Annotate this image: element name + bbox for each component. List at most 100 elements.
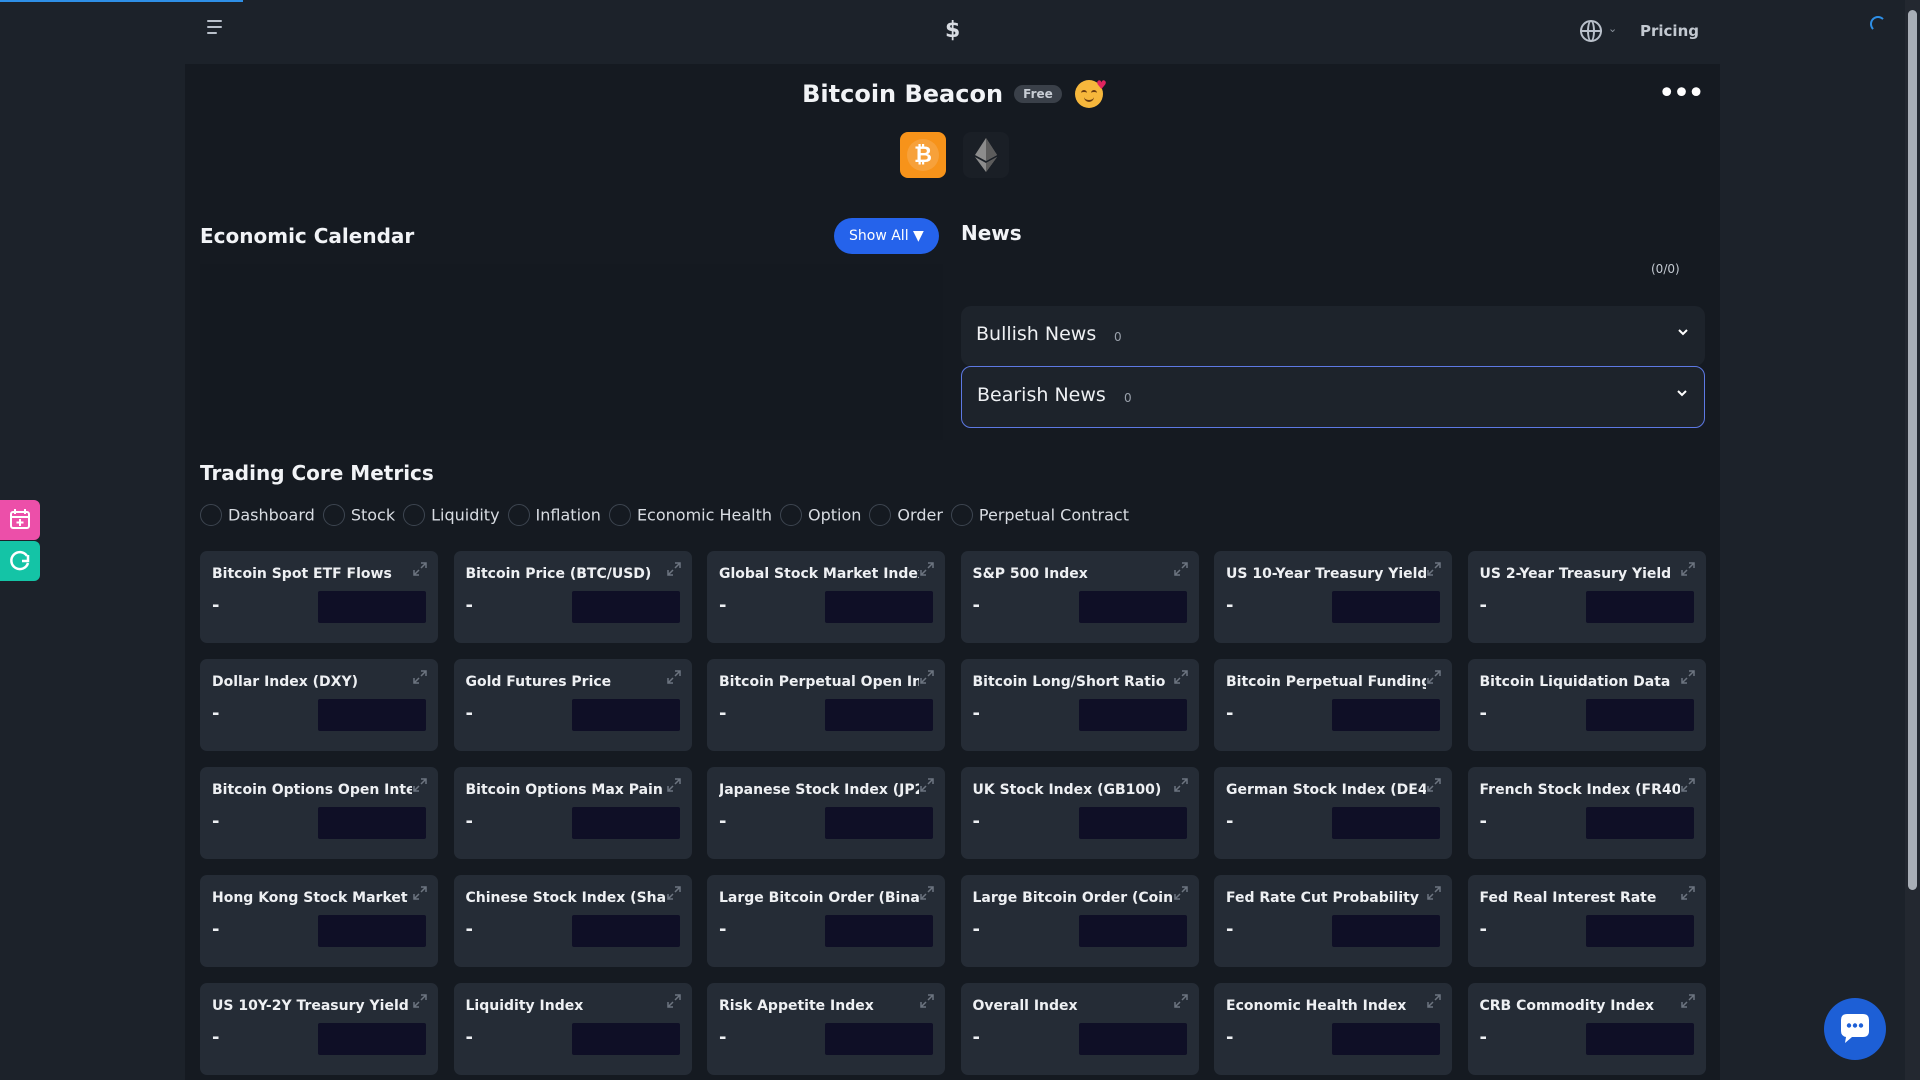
filter-option-stock[interactable]: Stock	[322, 504, 395, 526]
radio-button[interactable]	[200, 504, 222, 526]
radio-button[interactable]	[507, 504, 530, 526]
filter-option-economic-health[interactable]: Economic Health	[608, 504, 772, 526]
metric-card[interactable]: Risk Appetite Index -	[707, 983, 945, 1075]
site-logo[interactable]: $	[945, 18, 960, 43]
metric-card[interactable]: Japanese Stock Index (JP225 -	[707, 767, 945, 859]
metric-card[interactable]: Fed Rate Cut Probability -	[1214, 875, 1452, 967]
pricing-link[interactable]: Pricing	[1640, 22, 1699, 40]
metric-card[interactable]: Bitcoin Perpetual Open Inte -	[707, 659, 945, 751]
expand-icon[interactable]	[666, 993, 682, 1009]
calendar-add-icon[interactable]	[0, 500, 40, 540]
expand-icon[interactable]	[412, 561, 428, 577]
radio-button[interactable]	[869, 504, 892, 526]
metric-sparkline	[825, 915, 933, 947]
metric-card[interactable]: Bitcoin Spot ETF Flows -	[200, 551, 438, 643]
metric-card[interactable]: Bitcoin Options Max Pain -	[453, 767, 692, 859]
expand-icon[interactable]	[919, 885, 935, 901]
metric-card[interactable]: Bitcoin Options Open Intere -	[200, 767, 438, 859]
metric-sparkline	[1332, 699, 1440, 731]
show-all-filter-button[interactable]: Show All ▼	[834, 218, 939, 254]
filter-option-inflation[interactable]: Inflation	[507, 504, 601, 526]
more-options-icon[interactable]: •••	[1658, 79, 1705, 109]
expand-icon[interactable]	[412, 777, 428, 793]
scrollbar-thumb[interactable]	[1908, 10, 1917, 890]
metric-card[interactable]: Hong Kong Stock Market In -	[200, 875, 438, 967]
metric-card[interactable]: Economic Health Index -	[1214, 983, 1452, 1075]
metric-card[interactable]: Bitcoin Price (BTC/USD) -	[453, 551, 692, 643]
bitcoin-icon[interactable]: ₿	[900, 132, 946, 178]
expand-icon[interactable]	[1680, 885, 1696, 901]
expand-icon[interactable]	[1173, 669, 1189, 685]
expand-icon[interactable]	[1680, 993, 1696, 1009]
menu-icon[interactable]	[207, 20, 231, 44]
metric-card[interactable]: Chinese Stock Index (Shang -	[453, 875, 692, 967]
metric-card[interactable]: Liquidity Index -	[453, 983, 692, 1075]
radio-button[interactable]	[780, 504, 803, 526]
chevron-down-icon[interactable]: ⌄	[1608, 22, 1617, 35]
expand-icon[interactable]	[412, 993, 428, 1009]
radio-button[interactable]	[403, 504, 426, 526]
expand-icon[interactable]	[1680, 669, 1696, 685]
radio-button[interactable]	[608, 504, 631, 526]
expand-icon[interactable]	[1680, 777, 1696, 793]
expand-icon[interactable]	[919, 561, 935, 577]
filter-option-liquidity[interactable]: Liquidity	[403, 504, 500, 526]
bearish-news-accordion[interactable]: Bearish News 0	[961, 366, 1705, 428]
metric-card-title: Gold Futures Price	[465, 674, 612, 690]
metric-card[interactable]: French Stock Index (FR40) -	[1467, 767, 1706, 859]
metric-card-title: Dollar Index (DXY)	[212, 674, 359, 690]
expand-icon[interactable]	[666, 561, 682, 577]
refresh-icon[interactable]	[0, 541, 40, 581]
page-scrollbar[interactable]	[1905, 0, 1920, 1080]
metric-card[interactable]: Global Stock Market Index -	[707, 551, 945, 643]
metric-card[interactable]: Fed Real Interest Rate -	[1467, 875, 1706, 967]
metric-card[interactable]: S&P 500 Index -	[960, 551, 1199, 643]
expand-icon[interactable]	[412, 669, 428, 685]
expand-icon[interactable]	[412, 885, 428, 901]
metric-card[interactable]: Bitcoin Perpetual Funding R -	[1214, 659, 1452, 751]
expand-icon[interactable]	[666, 669, 682, 685]
metric-card[interactable]: UK Stock Index (GB100) -	[960, 767, 1199, 859]
radio-button[interactable]	[950, 504, 973, 526]
metric-card[interactable]: Large Bitcoin Order (Coinba -	[960, 875, 1199, 967]
ethereum-icon[interactable]	[963, 132, 1010, 178]
filter-option-dashboard[interactable]: Dashboard	[200, 504, 315, 526]
filter-option-option[interactable]: Option	[780, 504, 861, 526]
expand-icon[interactable]	[666, 777, 682, 793]
expand-icon[interactable]	[1426, 777, 1442, 793]
metric-card[interactable]: Overall Index -	[960, 983, 1199, 1075]
expand-icon[interactable]	[1426, 669, 1442, 685]
metric-card[interactable]: CRB Commodity Index -	[1467, 983, 1706, 1075]
expand-icon[interactable]	[1426, 993, 1442, 1009]
metric-card[interactable]: US 2-Year Treasury Yield -	[1467, 551, 1706, 643]
metric-card[interactable]: Gold Futures Price -	[453, 659, 692, 751]
globe-icon[interactable]	[1580, 20, 1602, 42]
metric-card[interactable]: German Stock Index (DE40) -	[1214, 767, 1452, 859]
plan-badge: Free	[1014, 85, 1062, 103]
chat-support-icon[interactable]	[1824, 998, 1886, 1060]
bullish-news-accordion[interactable]: Bullish News 0	[961, 306, 1705, 366]
expand-icon[interactable]	[1426, 561, 1442, 577]
expand-icon[interactable]	[919, 993, 935, 1009]
metric-card[interactable]: Bitcoin Long/Short Ratio -	[960, 659, 1199, 751]
expand-icon[interactable]	[666, 885, 682, 901]
expand-icon[interactable]	[919, 777, 935, 793]
expand-icon[interactable]	[1426, 885, 1442, 901]
metric-card[interactable]: Large Bitcoin Order (Binan -	[707, 875, 945, 967]
radio-button[interactable]	[322, 504, 345, 526]
expand-icon[interactable]	[1173, 777, 1189, 793]
expand-icon[interactable]	[1173, 885, 1189, 901]
expand-icon[interactable]	[1173, 561, 1189, 577]
expand-icon[interactable]	[919, 669, 935, 685]
expand-icon[interactable]	[1680, 561, 1696, 577]
expand-icon[interactable]	[1173, 993, 1189, 1009]
news-count: (0/0)	[1651, 262, 1680, 276]
chevron-down-icon	[1677, 390, 1687, 397]
filter-option-perpetual-contract[interactable]: Perpetual Contract	[950, 504, 1129, 526]
metric-card[interactable]: US 10Y-2Y Treasury Yield Sp -	[200, 983, 438, 1075]
coin-selector: ₿	[900, 132, 1021, 178]
metric-card[interactable]: US 10-Year Treasury Yield -	[1214, 551, 1452, 643]
metric-card[interactable]: Bitcoin Liquidation Data -	[1467, 659, 1706, 751]
filter-option-order[interactable]: Order	[869, 504, 943, 526]
metric-card[interactable]: Dollar Index (DXY) -	[200, 659, 438, 751]
